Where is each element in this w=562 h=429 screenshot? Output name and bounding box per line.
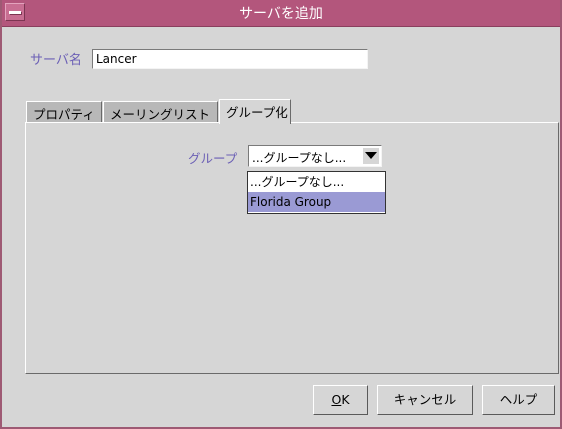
ok-button[interactable]: OK	[313, 385, 368, 415]
help-button[interactable]: ヘルプ	[482, 385, 555, 415]
tab-mailing-list[interactable]: メーリングリスト	[103, 101, 218, 122]
group-select[interactable]: ...グループなし...	[248, 145, 382, 167]
ok-label: K	[341, 392, 350, 407]
title-bar[interactable]: サーバを追加	[2, 0, 560, 27]
group-dropdown-list: ...グループなし... Florida Group	[247, 171, 386, 214]
tab-grouping[interactable]: グループ化	[219, 99, 291, 124]
tab-properties[interactable]: プロパティ	[26, 101, 102, 122]
dropdown-option-no-group[interactable]: ...グループなし...	[248, 172, 385, 192]
cancel-button[interactable]: キャンセル	[377, 385, 473, 415]
dropdown-option-florida-group[interactable]: Florida Group	[248, 192, 385, 212]
server-name-input[interactable]	[92, 49, 368, 69]
server-name-label: サーバ名	[30, 53, 82, 68]
dropdown-arrow-icon[interactable]	[363, 148, 379, 164]
window-title: サーバを追加	[239, 6, 323, 22]
group-label: グループ	[188, 151, 238, 166]
add-server-dialog: サーバを追加 サーバ名 プロパティ メーリングリスト グループ化 グループ ..…	[0, 0, 562, 429]
ok-mnemonic: O	[331, 392, 342, 407]
group-select-value: ...グループなし...	[252, 151, 347, 165]
